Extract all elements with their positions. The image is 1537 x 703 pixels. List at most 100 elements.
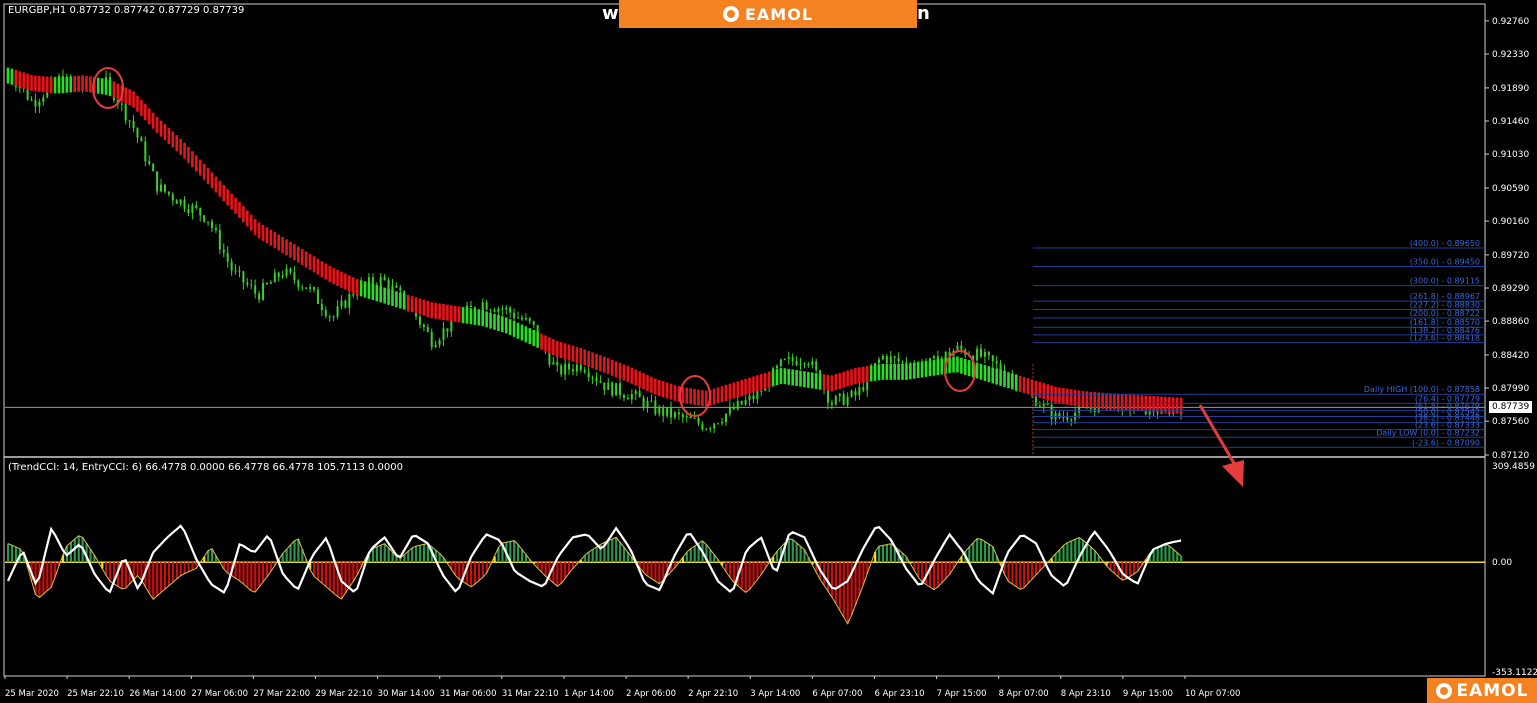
ma-band-segment [465,307,469,324]
fib-level-label: Daily HIGH (100.0) - 0.87858 [1364,385,1480,394]
candle-body [469,305,472,308]
candle-body [583,370,586,373]
trend-cci-bar [407,551,410,563]
candle-body [520,317,523,320]
ma-band-segment [238,201,241,218]
price-tick-label: 0.90590 [1492,184,1529,194]
candle-body [666,407,669,416]
ma-band-segment [548,337,551,354]
trend-cci-bar [1007,562,1010,582]
trend-cci-bar [371,548,375,563]
ma-band-segment [905,363,908,380]
trend-cci-bar [595,546,598,563]
watermark-left: w [602,3,619,24]
ma-band-segment [940,358,944,375]
ma-band-segment [316,258,320,275]
entry-cci-line [7,524,1182,596]
ma-band-segment [681,387,685,404]
ma-band-segment [304,251,308,268]
chart-frame [3,3,1486,677]
ma-band-segment [540,333,543,350]
ma-band-segment [269,229,273,246]
ma-band-segment [885,363,889,380]
candle-body [387,280,390,291]
trend-cci-bar [1015,562,1018,587]
time-tick-label: 27 Mar 22:00 [253,689,310,699]
ma-band-segment [654,378,657,395]
ma-band-segment [924,360,928,377]
trend-cci-bar [944,562,947,579]
time-tick-label: 27 Mar 06:00 [191,689,248,699]
candle-body [485,302,488,310]
current-price-label: 0.87739 [1489,401,1533,413]
trend-cci-bar [34,562,37,595]
candle-body [344,300,347,308]
candle-body [250,284,253,286]
trend-cci-bar [328,562,331,590]
ma-band-segment [457,306,461,323]
candle-body [246,282,249,285]
candle-body [634,391,637,395]
trend-cci-bar [654,562,657,582]
ma-band-segment [312,256,316,273]
ma-band-segment [1058,387,1061,404]
candle-body [238,270,241,272]
candle-body [324,310,327,317]
trend-cci-bar [379,545,382,563]
ma-band-segment [909,363,912,380]
trading-chart[interactable]: 0.92760 0.92330 0.91890 0.91460 0.91030 0.905… [0,0,1537,703]
ma-band-segment [661,381,665,398]
candle-body [897,357,900,362]
trend-cci-bar [1034,562,1038,576]
symbol-header: EURGBP,H1 0.87732 0.87742 0.87729 0.8773… [8,5,245,16]
fib-level-label: (-23.6) - 0.87090 [1412,438,1480,447]
candle-body [258,293,261,300]
candle-body [991,355,994,362]
candle-body [575,364,578,372]
watermark-right: n [917,3,930,24]
ma-band-segment [846,370,849,387]
trend-cci-bar [163,562,167,590]
price-tick-label: 0.88860 [1492,317,1529,327]
ma-band-segment [26,73,29,90]
trend-cci-bar [262,562,265,582]
ma-band-segment [822,374,826,391]
ma-band-segment [536,331,539,348]
trend-cci-bar [540,562,543,573]
candle-body [183,199,186,210]
trend-cci-bar [285,549,288,563]
ma-band-segment [57,77,61,94]
ma-band-segment [1007,372,1010,389]
ma-band-segment [877,364,881,381]
ma-band-segment [481,310,485,327]
candle-body [234,270,237,272]
candle-body [320,303,323,311]
ma-band-segment [85,75,88,92]
trend-cci-bar [607,540,610,563]
ma-band-segment [861,366,865,383]
ma-band-segment [889,363,893,380]
ma-band-segment [179,138,182,155]
candle-body [426,327,429,332]
ma-band-segment [234,197,237,214]
ma-band-segment [603,356,606,373]
ma-band-segment [493,313,496,330]
candle-body [622,395,625,398]
ma-band-segment [567,344,571,361]
trend-cci-bar [1160,545,1163,563]
ma-band-segment [1128,394,1132,411]
trend-cci-bar [1070,540,1073,563]
ma-band-segment [728,383,732,400]
ma-band-segment [1042,383,1046,400]
candle-body [140,137,143,142]
trend-cci-bar [167,562,171,586]
candle-body [568,363,571,370]
candle-body [281,275,284,277]
candle-body [120,103,123,105]
ma-band-segment [665,382,669,399]
trend-cci-bar [1062,545,1065,563]
candle-body [658,406,661,414]
candle-body [18,87,21,89]
trend-cci-bar [50,562,53,588]
ma-band-segment [873,364,877,381]
